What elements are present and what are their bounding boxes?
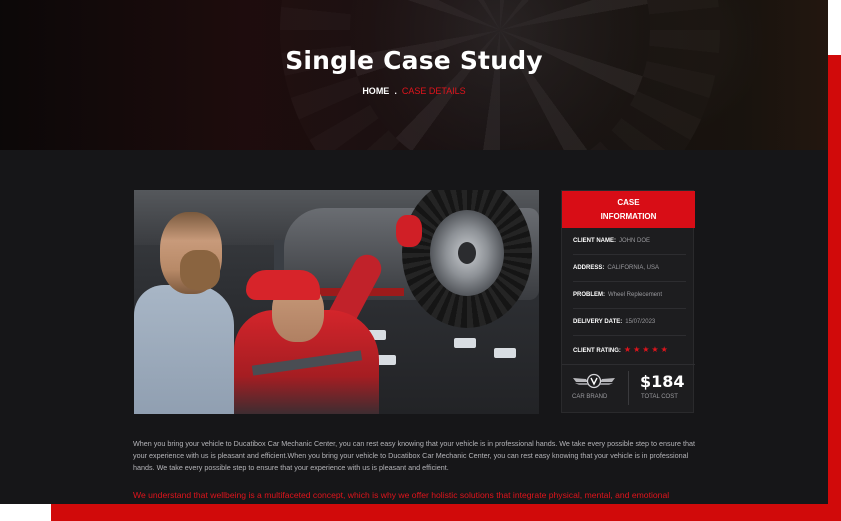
photo-customer-body [134,285,234,414]
client-rating-label: CLIENT RATING: [573,348,621,354]
breadcrumb: HOME. CASE DETAILS [0,86,828,96]
case-information-heading-line2: INFORMATION [600,212,657,221]
case-information-heading-line1: CASE [617,198,640,207]
hero-overlay [0,0,828,150]
delivery-date-label: DELIVERY DATE: [573,319,623,325]
total-cost-label: TOTAL COST [641,394,678,400]
address-row: ADDRESS: CALIFORNIA, USA [573,255,686,282]
photo-garage-light [494,348,516,358]
delivery-date-row: DELIVERY DATE: 15/07/2023 [573,309,686,336]
problem-row: PROBLEM: Wheel Replecement [573,282,686,309]
client-rating-row: CLIENT RATING: ★★★★★ [573,336,686,363]
hero-banner: Single Case Study HOME. CASE DETAILS [0,0,828,150]
star-rating-icons: ★★★★★ [623,345,670,354]
panel-divider [562,364,695,365]
winged-v-logo-icon [573,373,615,389]
car-brand-block: CAR BRAND [572,373,618,405]
photo-customer-beard [180,250,220,290]
client-name-row: CLIENT NAME: JOHN DOE [573,228,686,255]
photo-mechanic-cap [246,270,320,300]
photo-glove [396,215,422,247]
delivery-date-value: 15/07/2023 [625,319,656,325]
problem-value: Wheel Replecement [608,292,663,298]
case-highlight-paragraph: We understand that wellbeing is a multif… [133,490,670,500]
problem-label: PROBLEM: [573,292,605,298]
case-study-photo [134,190,539,414]
client-name-value: JOHN DOE [619,238,651,244]
photo-garage-light [454,338,476,348]
photo-hub [458,242,476,264]
client-name-label: CLIENT NAME: [573,238,616,244]
total-cost-value: $184 [640,372,685,391]
breadcrumb-home-link[interactable]: HOME [362,86,389,96]
cost-divider [628,371,629,405]
page-title: Single Case Study [285,46,543,75]
page: Single Case Study HOME. CASE DETAILS CAS… [0,0,828,504]
address-value: CALIFORNIA, USA [607,265,660,271]
case-information-panel: CASE INFORMATION CLIENT NAME: JOHN DOE AD… [561,190,695,413]
breadcrumb-separator: . [394,86,397,96]
screenshot-stage: Single Case Study HOME. CASE DETAILS CAS… [0,0,841,521]
car-brand-label: CAR BRAND [572,394,608,400]
address-label: ADDRESS: [573,265,605,271]
breadcrumb-current: CASE DETAILS [401,86,466,96]
case-information-heading: CASE INFORMATION [562,191,695,228]
case-description-paragraph: When you bring your vehicle to Ducatibox… [133,439,695,472]
